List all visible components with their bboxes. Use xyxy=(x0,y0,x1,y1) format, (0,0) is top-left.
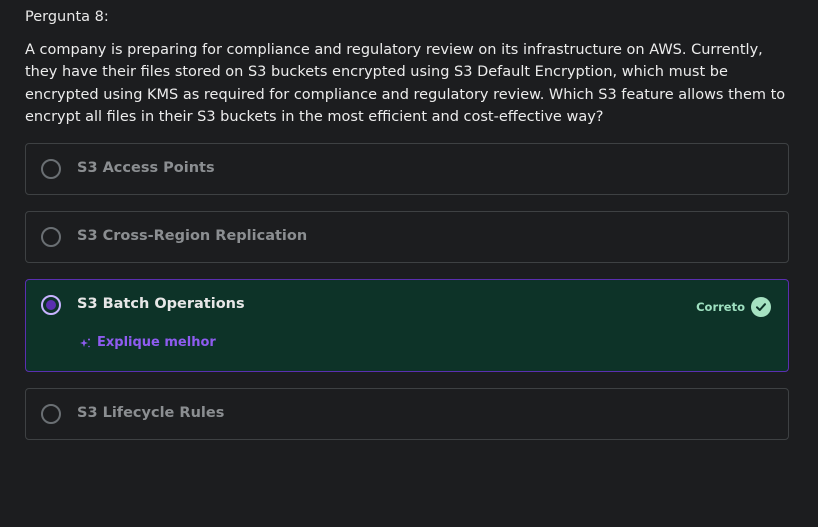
explain-more-label: Explique melhor xyxy=(97,335,216,350)
answer-option-3-correct[interactable]: S3 Batch Operations Correto Explique mel… xyxy=(25,279,789,372)
answer-label: S3 Access Points xyxy=(77,160,215,176)
question-number: Pergunta 8: xyxy=(25,9,109,25)
answer-option-4[interactable]: S3 Lifecycle Rules xyxy=(25,388,789,440)
radio-button-selected[interactable] xyxy=(41,295,61,315)
answer-label: S3 Cross-Region Replication xyxy=(77,228,308,244)
answer-option-2[interactable]: S3 Cross-Region Replication xyxy=(25,211,789,263)
correct-label: Correto xyxy=(696,300,745,314)
answer-label: S3 Batch Operations xyxy=(77,296,245,312)
answer-label: S3 Lifecycle Rules xyxy=(77,405,225,421)
explain-more-link[interactable]: Explique melhor xyxy=(79,335,216,350)
radio-button[interactable] xyxy=(41,159,61,179)
correct-indicator: Correto xyxy=(696,297,771,317)
quiz-page: Pergunta 8: A company is preparing for c… xyxy=(0,0,818,527)
check-circle-icon xyxy=(751,297,771,317)
sparkle-icon xyxy=(79,337,91,349)
answer-option-1[interactable]: S3 Access Points xyxy=(25,143,789,195)
radio-button[interactable] xyxy=(41,227,61,247)
radio-button[interactable] xyxy=(41,404,61,424)
question-text: A company is preparing for compliance an… xyxy=(25,42,786,125)
